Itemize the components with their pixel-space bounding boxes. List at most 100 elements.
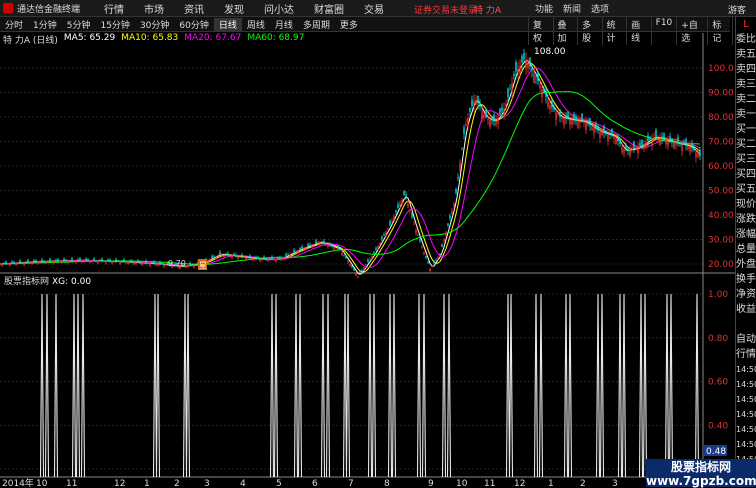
candle-body [211,255,213,259]
menu-function[interactable]: 功能 [535,2,553,15]
period-daily[interactable]: 日线 [213,17,242,31]
candle-body [523,53,525,60]
candle-body [571,119,573,126]
candle-body [461,148,463,150]
menu-news[interactable]: 资讯 [184,1,204,16]
candle-body [655,129,657,137]
candle-body [345,255,347,259]
price-axis-label: 30.00 [708,236,734,246]
candle-body [349,264,351,267]
candle-body [301,246,303,249]
candle-body [387,228,389,229]
candle-body [517,68,519,73]
candle-body [557,114,559,116]
candle-body [391,220,393,222]
sidebar-item: 14:50 [736,365,756,374]
candle-body [135,262,137,264]
candle-body [531,68,533,71]
candle-body [675,142,677,146]
candle-body [31,262,33,265]
title-bar: 通达信金融终端 行情 市场 资讯 发现 问小达 财富圈 交易 证券交易未登录 特… [0,0,756,17]
current-stock-label: 特 力A [474,6,502,16]
period-15min[interactable]: 15分钟 [95,18,134,31]
candle-body [27,259,29,263]
period-60min[interactable]: 60分钟 [174,18,213,31]
indicator-spike [567,293,573,478]
candle-body [511,83,513,93]
candle-body [19,260,21,263]
indicator-spike [345,293,351,478]
sidebar-item: 卖五 [736,49,756,60]
indicator-spike [185,293,191,478]
menu-options[interactable]: 选项 [591,2,609,15]
indicator-axis-label: 0.40 [708,421,728,431]
period-multi[interactable]: 多周期 [298,18,335,31]
candle-body [667,140,669,146]
indicator-spike [155,293,161,478]
candle-body [157,263,159,266]
candle-body [287,254,289,256]
candle-body [55,259,57,262]
candle-body [567,112,569,119]
candle-body [585,122,587,131]
candle-body [423,252,425,255]
menu-market-quote[interactable]: 行情 [104,1,124,16]
login-status[interactable]: 证券交易未登录 [414,3,477,16]
candle-body [381,236,383,240]
candle-body [285,253,287,257]
period-5min[interactable]: 5分钟 [62,18,96,31]
candle-body [215,256,217,259]
candle-body [499,108,501,115]
indicator-spike [664,293,670,478]
candle-body [463,127,465,135]
candle-body [67,260,69,264]
candle-body [23,262,25,265]
candle-body [687,145,689,149]
candle-body [431,265,433,267]
period-timeshare[interactable]: 分时 [0,18,28,31]
candle-body [597,126,599,131]
period-weekly[interactable]: 周线 [242,18,270,31]
candle-body [257,257,259,259]
sidebar-item: 14:50 [736,440,756,449]
candle-body [131,260,133,263]
menu-ask-xiaoda[interactable]: 问小达 [264,1,294,16]
menu-news-right[interactable]: 新闻 [563,2,581,15]
candle-body [607,134,609,142]
indicator-spike [39,293,45,478]
indicator-spike [320,293,326,478]
indicator-spike [441,293,447,478]
sidebar-item: 买五 [736,184,756,195]
menu-wealth-circle[interactable]: 财富圈 [314,1,344,16]
candle-body [93,258,95,261]
candle-body [229,255,231,258]
candle-body [159,262,161,264]
chart-area[interactable]: 100.0 90.00 80.00 70.00 60.00 50.00 40.00 30.00… [0,33,735,487]
candle-body [145,260,147,264]
candle-body [691,144,693,149]
period-more[interactable]: 更多 [335,18,363,31]
menu-discover[interactable]: 发现 [224,1,244,16]
time-axis-label: 4 [240,479,246,487]
candle-body [317,242,319,244]
watermark-logo: 股票指标网 www.7gpzb.com [646,459,756,488]
period-30min[interactable]: 30分钟 [135,18,174,31]
candle-body [689,146,691,152]
low-price-label: 9.70 [168,259,186,268]
menu-market[interactable]: 市场 [144,1,164,16]
period-1min[interactable]: 1分钟 [28,18,62,31]
candle-body [235,255,237,257]
candle-body [277,257,279,260]
menu-trade[interactable]: 交易 [364,1,384,16]
candle-body [279,257,281,260]
candle-body [221,254,223,256]
period-monthly[interactable]: 月线 [270,18,298,31]
candle-body [389,221,391,225]
indicator-spike [342,293,348,478]
time-axis-label: 10 [36,479,48,487]
sidebar-item: 行情 [736,349,756,360]
guest-user[interactable]: 游客 [728,3,746,16]
candle-body [265,258,267,260]
candle-body [81,260,83,262]
sidebar-item: 委比 [736,34,756,45]
